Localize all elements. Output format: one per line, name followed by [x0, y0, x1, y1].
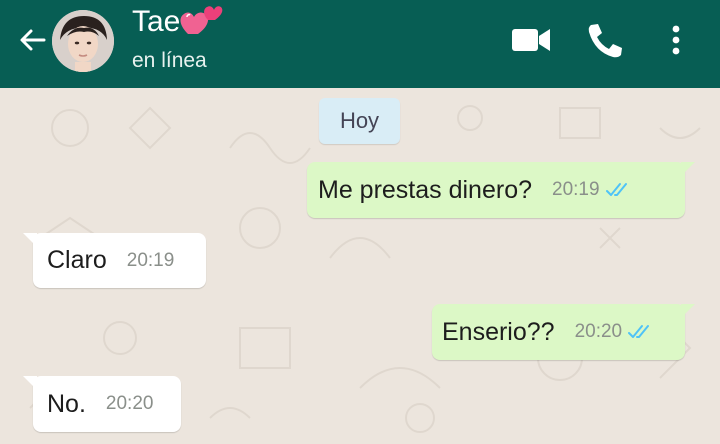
avatar[interactable]: [52, 10, 114, 72]
message-text: Claro: [47, 246, 107, 274]
message-text: Me prestas dinero?: [318, 175, 533, 204]
message-time: 20:19: [126, 249, 175, 271]
chat-area[interactable]: Hoy Me prestas dinero? 20:19 Claro 20:19…: [0, 88, 720, 444]
message-text: Enserio??: [442, 317, 555, 346]
bubble-tail: [23, 233, 37, 247]
bubble-tail: [681, 162, 695, 176]
message-time: 20:20: [574, 321, 623, 342]
bubble-tail: [681, 304, 695, 318]
message-text: No.: [47, 389, 86, 418]
arrow-left-icon[interactable]: [16, 24, 48, 56]
contact-title[interactable]: Tae: [132, 4, 224, 42]
double-check-read-icon: [628, 325, 650, 338]
message-bubble-outgoing[interactable]: Enserio?? 20:20: [432, 304, 695, 360]
date-divider: Hoy: [319, 98, 400, 144]
double-check-read-icon: [605, 183, 627, 196]
contact-name: Tae: [132, 5, 181, 38]
message-bubble-incoming[interactable]: No. 20:20: [23, 376, 181, 432]
message-bubble-outgoing[interactable]: Me prestas dinero? 20:19: [307, 162, 695, 218]
more-vertical-icon[interactable]: [654, 20, 698, 60]
message-time: 20:19: [552, 179, 600, 200]
online-status: en línea: [132, 49, 207, 72]
message-bubble-incoming[interactable]: Claro 20:19: [23, 233, 206, 288]
two-hearts-icon: [180, 6, 223, 34]
chat-header: Tae en línea: [0, 0, 720, 88]
phone-icon[interactable]: [583, 20, 627, 60]
message-time: 20:20: [105, 393, 154, 414]
video-camera-icon[interactable]: [509, 20, 553, 60]
bubble-tail: [23, 376, 37, 390]
